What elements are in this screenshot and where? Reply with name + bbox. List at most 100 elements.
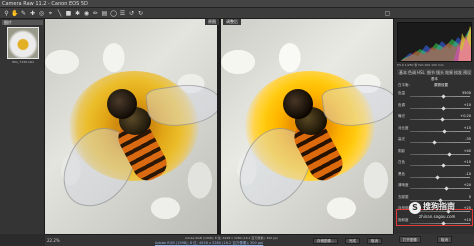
after-label: 调整后	[223, 19, 241, 25]
status-bar: 22.2% Adobe RGB (1998); 8 位; 4928 x 3280…	[45, 234, 393, 246]
thumbnail-label: IMG_7348.CR2	[12, 60, 34, 64]
watermark: S 搜狗指南 zhinan.sogou.com	[407, 200, 471, 219]
histogram-graph	[400, 26, 471, 61]
slider-thumb[interactable]	[432, 140, 437, 145]
spot-removal-icon[interactable]: ✱	[74, 10, 81, 17]
fullscreen-icon[interactable]: ▢	[384, 10, 391, 17]
slider-value[interactable]: -35	[465, 137, 471, 141]
slider-track[interactable]	[410, 165, 470, 166]
toolbar: ⚲ ✋ ✎ ✚ ◎ ⌖ ╲ ■ ✱ ◉ ✏ ▤ ◯ ☰ ↺ ↻ ▢	[0, 8, 474, 19]
slider-value[interactable]: +10	[464, 103, 471, 107]
white-balance-icon[interactable]: ✎	[20, 10, 27, 17]
slider-thumb[interactable]	[447, 151, 452, 157]
white-balance-label: 白平衡:	[398, 83, 410, 87]
slider-value[interactable]: +15	[464, 126, 471, 130]
slider-thumb[interactable]	[442, 128, 447, 134]
transform-icon[interactable]: ■	[65, 10, 72, 17]
slider-track[interactable]	[410, 96, 470, 97]
slider-value[interactable]: +0.20	[460, 114, 471, 118]
histogram	[397, 22, 472, 62]
bee-head	[107, 89, 137, 119]
red-eye-icon[interactable]: ◉	[83, 10, 90, 17]
panel-footer: 打开图像 取消	[393, 234, 474, 246]
sogou-logo-icon: S	[409, 202, 421, 214]
graduated-filter-icon[interactable]: ▤	[101, 10, 108, 17]
slider-label: 色温	[398, 91, 405, 95]
slider-label: 黑色	[398, 171, 405, 176]
tab-calibration[interactable]: 校准	[454, 70, 462, 76]
color-sampler-icon[interactable]: ✚	[29, 10, 36, 17]
slider-value[interactable]: -10	[465, 172, 471, 176]
slider-track[interactable]	[410, 130, 470, 132]
crop-icon[interactable]: ⌖	[47, 10, 54, 17]
filmstrip: 图片 IMG_7348.CR2	[0, 19, 45, 234]
slider-row[interactable]: 色温 5500	[398, 91, 472, 99]
slider-row[interactable]: 清晰度 +20	[398, 183, 472, 191]
zoom-level[interactable]: 22.2%	[47, 238, 60, 243]
tab-presets[interactable]: 预设	[463, 70, 471, 76]
cancel-button[interactable]: 取消	[367, 238, 382, 244]
tab-lens[interactable]: 镜头	[436, 70, 444, 76]
slider-thumb[interactable]	[441, 163, 446, 168]
slider-label: 色调	[398, 102, 405, 107]
image-thumbnail[interactable]	[7, 27, 39, 59]
slider-label: 去朦胧	[398, 194, 409, 199]
slider-label: 高光	[398, 137, 405, 141]
slider-value[interactable]: +20	[464, 183, 471, 187]
slider-row[interactable]: 白色 +10	[398, 160, 472, 168]
white-balance-select[interactable]: 原照设置	[434, 83, 448, 88]
camera-raw-window: Camera Raw 11.2 - Canon EOS 5D ⚲ ✋ ✎ ✚ ◎…	[0, 0, 474, 246]
slider-thumb[interactable]	[441, 94, 446, 99]
slider-row[interactable]: 高光 -35	[398, 137, 472, 145]
tab-effects[interactable]: 效果	[445, 70, 453, 76]
section-title: 基本	[431, 77, 438, 81]
slider-row[interactable]: 黑色 -10	[398, 171, 472, 180]
panel-tabs: 基本 色调 HSL 细节 镜头 效果 校准 预设	[397, 69, 472, 75]
slider-value[interactable]: +40	[464, 149, 471, 153]
slider-track[interactable]	[410, 142, 470, 143]
slider-thumb[interactable]	[440, 117, 445, 122]
slider-row[interactable]: 对比度 +15	[398, 125, 472, 134]
tab-basic[interactable]: 基本	[399, 70, 407, 76]
panel-cancel-button[interactable]: 取消	[437, 236, 452, 243]
slider-label: 阴影	[398, 148, 405, 153]
preferences-icon[interactable]: ☰	[119, 10, 126, 17]
tab-tone[interactable]: 色调	[408, 70, 416, 76]
tab-detail[interactable]: 细节	[427, 70, 435, 76]
workflow-options-link[interactable]: Adobe RGB (1998); 8 位; 4928 x 3280 (16.2…	[155, 241, 263, 246]
slider-label: 对比度	[398, 125, 409, 130]
slider-track[interactable]	[410, 153, 470, 155]
slider-label: 曝光	[398, 114, 405, 118]
preview-canvas[interactable]: 原图 调整后	[45, 19, 393, 234]
done-button[interactable]: 完成	[345, 238, 360, 244]
rotate-ccw-icon[interactable]: ↺	[128, 10, 135, 17]
before-label: 原图	[205, 19, 219, 25]
save-image-button[interactable]: 存储图像...	[313, 238, 339, 244]
slider-value[interactable]: 5500	[462, 91, 471, 95]
rotate-cw-icon[interactable]: ↻	[137, 10, 144, 17]
slider-row[interactable]: 阴影 +40	[398, 148, 472, 157]
zoom-icon[interactable]: ⚲	[3, 10, 10, 17]
watermark-text: 搜狗指南	[423, 202, 455, 211]
straighten-icon[interactable]: ╲	[56, 10, 63, 17]
hand-icon[interactable]: ✋	[11, 10, 18, 17]
filmstrip-header[interactable]: 图片	[2, 20, 43, 25]
watermark-subtext: zhinan.sogou.com	[419, 214, 456, 219]
slider-row[interactable]: 色调 +10	[398, 102, 472, 111]
open-image-button[interactable]: 打开图像	[399, 236, 421, 243]
slider-thumb[interactable]	[435, 174, 440, 180]
title-bar: Camera Raw 11.2 - Canon EOS 5D	[0, 0, 474, 8]
slider-track[interactable]	[410, 188, 470, 189]
slider-value[interactable]: +10	[464, 160, 471, 164]
slider-value[interactable]: 0	[469, 195, 471, 199]
targeted-adjust-icon[interactable]: ◎	[38, 10, 45, 17]
slider-thumb[interactable]	[441, 105, 446, 111]
slider-label: 清晰度	[398, 183, 409, 187]
image-info: Adobe RGB (1998); 8 位; 4928 x 3280 (16.2…	[185, 236, 278, 240]
tab-hsl[interactable]: HSL	[417, 70, 425, 75]
slider-thumb[interactable]	[444, 186, 449, 191]
adjustment-brush-icon[interactable]: ✏	[92, 10, 99, 17]
slider-row[interactable]: 曝光 +0.20	[398, 114, 472, 122]
radial-filter-icon[interactable]: ◯	[110, 10, 117, 17]
window-title: Camera Raw 11.2 - Canon EOS 5D	[2, 1, 88, 7]
